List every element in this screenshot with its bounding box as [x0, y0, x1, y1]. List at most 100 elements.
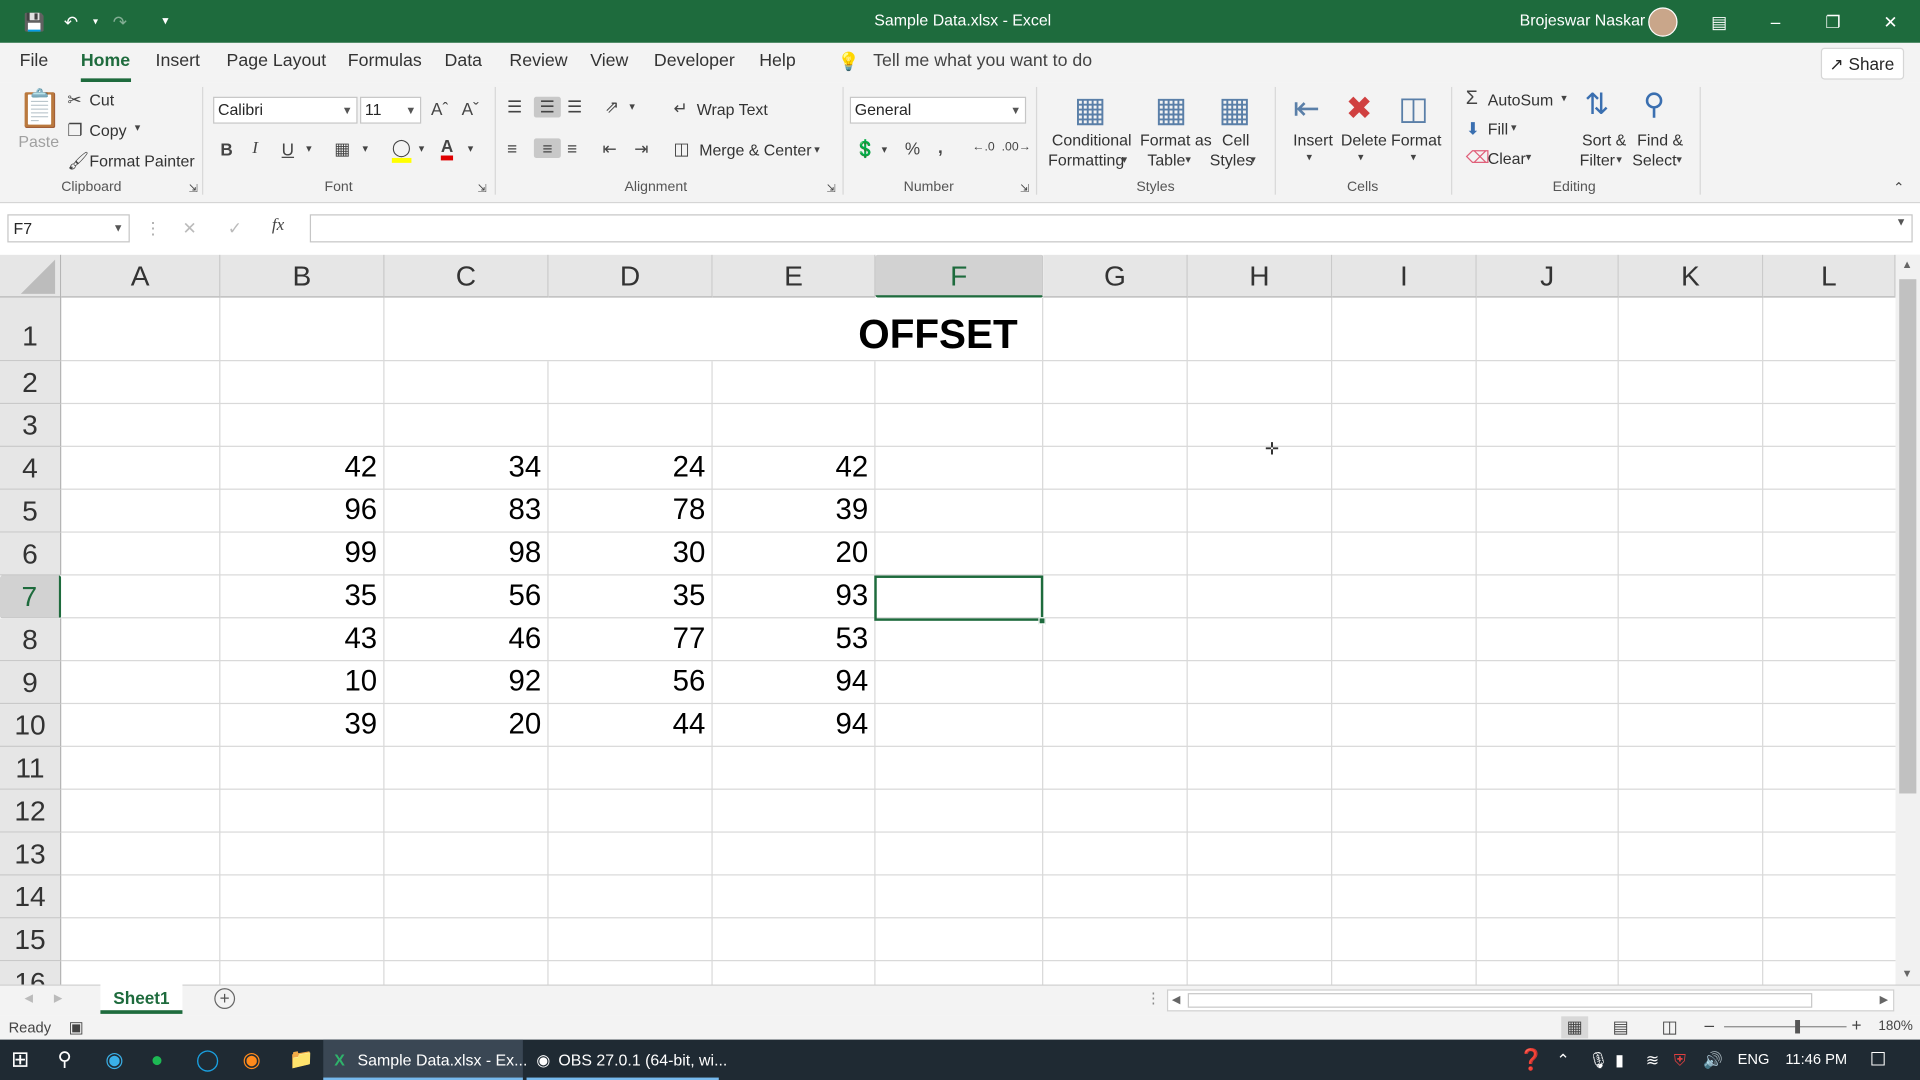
accounting-format-icon[interactable]: 💲 [855, 138, 876, 159]
row-header-5[interactable]: 5 [0, 489, 62, 533]
wrap-text-button[interactable]: Wrap Text [697, 100, 768, 118]
find-select-label-1[interactable]: Find & [1637, 131, 1683, 149]
antivirus-shield-icon[interactable]: ⛨ [1674, 1040, 1686, 1080]
search-icon[interactable]: ⚲ [58, 1040, 72, 1080]
ribbon-display-options-icon[interactable]: ▤ [1707, 10, 1731, 34]
tab-split-handle-icon[interactable]: ⋮ [1146, 989, 1161, 1006]
delete-cells-icon[interactable]: ✖ [1346, 89, 1373, 127]
notifications-icon[interactable]: ☐ [1870, 1040, 1886, 1080]
data-cell-b10[interactable]: 39 [220, 708, 377, 742]
increase-indent-icon[interactable]: ⇥ [634, 138, 648, 159]
column-header-a[interactable]: A [61, 254, 221, 298]
language-indicator[interactable]: ENG [1738, 1040, 1770, 1080]
vertical-scrollbar[interactable]: ▲ ▼ [1895, 254, 1920, 985]
row-header-8[interactable]: 8 [0, 618, 62, 662]
format-cells-icon[interactable]: ◫ [1398, 89, 1428, 127]
battery-icon[interactable]: ▮ [1615, 1040, 1624, 1080]
title-cell-offset[interactable]: OFFSET [711, 299, 1164, 369]
sort-filter-icon[interactable]: ⇅ [1585, 87, 1610, 123]
clear-icon[interactable]: ⌫ [1466, 147, 1490, 168]
cell-styles-label-1[interactable]: Cell [1222, 131, 1249, 149]
number-launcher-icon[interactable]: ⇲ [1020, 182, 1029, 195]
merge-dropdown-icon[interactable]: ▾ [814, 143, 820, 156]
column-header-f[interactable]: F [875, 254, 1044, 298]
row-header-13[interactable]: 13 [0, 832, 62, 876]
chevron-down-icon[interactable]: ▾ [1561, 92, 1567, 105]
clock[interactable]: 11:46 PM [1785, 1040, 1847, 1080]
zoom-level[interactable]: 180% [1878, 1019, 1912, 1034]
wifi-icon[interactable]: ≋ [1646, 1040, 1659, 1080]
data-cell-c6[interactable]: 98 [384, 536, 542, 570]
data-cell-c9[interactable]: 92 [384, 665, 542, 699]
data-cell-c10[interactable]: 20 [384, 708, 542, 742]
conditional-formatting-label-1[interactable]: Conditional [1052, 131, 1132, 149]
number-format-select[interactable]: General ▼ [849, 96, 1027, 124]
cortana-icon[interactable]: ◯ [196, 1040, 219, 1080]
page-break-view-icon[interactable]: ◫ [1662, 1016, 1678, 1037]
borders-dropdown-icon[interactable]: ▾ [362, 142, 368, 155]
chevron-down-icon[interactable]: ▾ [1122, 153, 1128, 166]
fill-color-dropdown-icon[interactable]: ▾ [419, 142, 425, 155]
chevron-down-icon[interactable]: ▾ [1616, 153, 1622, 166]
customize-qat-icon[interactable]: ▾ [153, 10, 177, 34]
cut-icon[interactable]: ✂ [67, 89, 81, 110]
clipboard-launcher-icon[interactable]: ⇲ [189, 182, 198, 195]
underline-dropdown-icon[interactable]: ▾ [306, 142, 312, 155]
row-header-11[interactable]: 11 [0, 746, 62, 790]
column-header-l[interactable]: L [1763, 254, 1896, 298]
chevron-down-icon[interactable]: ▼ [113, 216, 124, 242]
next-sheet-icon[interactable]: ▶ [54, 992, 62, 1005]
bottom-align-icon[interactable]: ☰ [567, 97, 582, 118]
conditional-formatting-label-2[interactable]: Formatting [1048, 151, 1124, 169]
paste-icon[interactable]: 📋 [17, 88, 63, 131]
prev-sheet-icon[interactable]: ◀ [24, 992, 32, 1005]
font-launcher-icon[interactable]: ⇲ [478, 182, 487, 195]
expand-formula-icon[interactable]: ▼ [1896, 216, 1907, 228]
tab-home[interactable]: Home [81, 51, 130, 71]
file-explorer-icon[interactable]: 📁 [289, 1040, 313, 1080]
find-select-icon[interactable]: ⚲ [1643, 87, 1665, 123]
row-header-4[interactable]: 4 [0, 446, 62, 490]
scroll-right-icon[interactable]: ▶ [1880, 993, 1888, 1006]
vertical-scroll-thumb[interactable] [1899, 279, 1917, 794]
data-cell-d8[interactable]: 77 [549, 622, 706, 656]
chevron-down-icon[interactable]: ▾ [1526, 151, 1532, 164]
edge-icon[interactable]: ◉ [105, 1040, 123, 1080]
zoom-slider-thumb[interactable] [1795, 1020, 1801, 1034]
scroll-down-icon[interactable]: ▼ [1902, 967, 1913, 979]
copy-icon[interactable]: ❐ [67, 120, 82, 141]
merge-center-icon[interactable]: ◫ [673, 138, 689, 159]
top-align-icon[interactable]: ☰ [507, 97, 522, 118]
autosum-button[interactable]: AutoSum [1488, 91, 1553, 109]
row-header-7[interactable]: 7 [0, 575, 62, 619]
data-cell-d5[interactable]: 78 [549, 493, 706, 527]
tell-me-search[interactable]: Tell me what you want to do [873, 51, 1092, 71]
restore-icon[interactable]: ❐ [1821, 10, 1845, 34]
format-painter-button[interactable]: Format Painter [89, 152, 194, 170]
data-cell-b7[interactable]: 35 [220, 579, 377, 613]
horizontal-scrollbar[interactable]: ◀ ▶ [1166, 989, 1895, 1012]
chevron-down-icon[interactable]: ▾ [1511, 121, 1517, 134]
redo-icon[interactable]: ↷ [108, 10, 132, 34]
data-cell-d6[interactable]: 30 [549, 536, 706, 570]
insert-cells-button[interactable]: Insert [1293, 131, 1333, 149]
data-cell-e6[interactable]: 20 [713, 536, 868, 570]
format-as-table-icon[interactable]: ▦ [1155, 89, 1187, 129]
format-cells-button[interactable]: Format [1391, 131, 1441, 149]
middle-align-icon[interactable]: ☰ [533, 96, 561, 118]
page-layout-view-icon[interactable]: ▤ [1613, 1016, 1629, 1037]
spotify-icon[interactable]: ● [151, 1040, 164, 1080]
chevron-down-icon[interactable]: ▾ [1307, 151, 1313, 164]
data-cell-d9[interactable]: 56 [549, 665, 706, 699]
borders-icon[interactable]: ▦ [334, 138, 350, 159]
column-header-j[interactable]: J [1476, 254, 1619, 298]
data-cell-e8[interactable]: 53 [713, 622, 868, 656]
data-cell-e5[interactable]: 39 [713, 493, 868, 527]
format-painter-icon[interactable]: 🖌 [67, 151, 89, 172]
alignment-launcher-icon[interactable]: ⇲ [827, 182, 836, 195]
confirm-entry-icon[interactable]: ✓ [228, 218, 242, 239]
decrease-decimal-icon[interactable]: .00→ [1002, 141, 1031, 154]
orientation-dropdown-icon[interactable]: ▾ [629, 100, 635, 113]
data-cell-d10[interactable]: 44 [549, 708, 706, 742]
undo-dropdown-icon[interactable]: ▾ [83, 10, 107, 34]
